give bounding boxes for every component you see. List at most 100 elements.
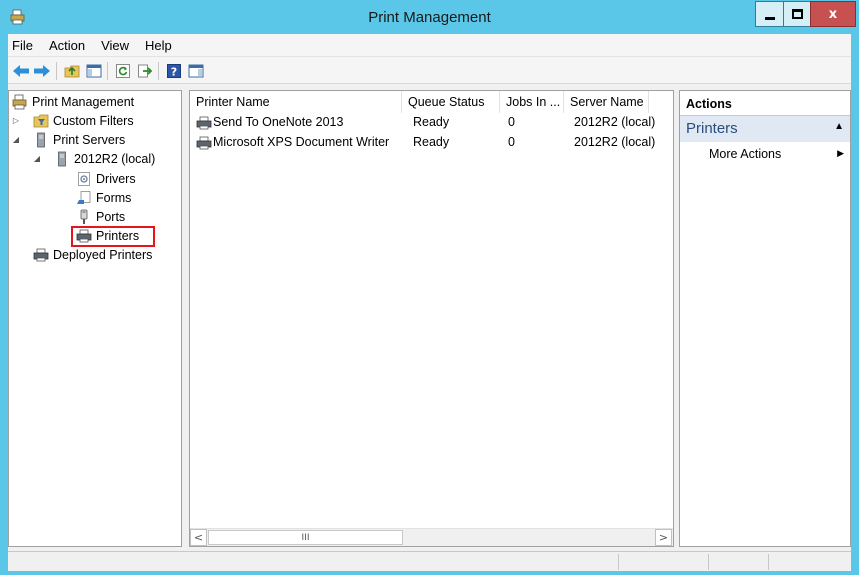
jobs-cell: 0 <box>508 135 515 149</box>
forward-button[interactable] <box>32 61 52 81</box>
tree-item-print-management[interactable]: Print Management <box>12 93 134 111</box>
close-button[interactable]: x <box>810 1 856 27</box>
actions-group-label: Printers <box>686 120 738 137</box>
console-tree-pane[interactable]: Print Management ▷ Custom Filters ◢ Prin… <box>8 90 182 547</box>
queue-status-cell: Ready <box>413 115 450 129</box>
toolbar-separator <box>107 62 108 80</box>
actions-group-printers[interactable]: Printers ▲ <box>680 116 850 142</box>
server-name-cell: 2012R2 (local) <box>574 135 656 149</box>
scroll-thumb[interactable]: III <box>208 530 403 545</box>
menu-help[interactable]: Help <box>137 38 180 53</box>
collapse-triangle-icon[interactable]: ▲ <box>834 121 844 132</box>
menu-action[interactable]: Action <box>41 38 93 53</box>
print-management-window: Print Management x File Action View Help <box>0 0 859 575</box>
svg-text:?: ? <box>171 66 177 79</box>
export-list-button[interactable] <box>135 61 155 81</box>
actions-title: Actions <box>686 97 732 111</box>
client-area: File Action View Help ? Print Management… <box>8 34 851 571</box>
submenu-arrow-icon: ▶ <box>837 148 844 158</box>
show-hide-action-pane-button[interactable] <box>186 61 206 81</box>
printer-row[interactable]: Microsoft XPS Document Writer Ready 0 20… <box>190 133 673 153</box>
filter-folder-icon <box>33 113 49 129</box>
jobs-cell: 0 <box>508 115 515 129</box>
tree-item-label: Forms <box>96 191 132 205</box>
scroll-right-button[interactable]: > <box>655 529 672 546</box>
forms-icon <box>76 190 92 206</box>
scroll-left-button[interactable]: < <box>190 529 207 546</box>
title-bar[interactable]: Print Management x <box>0 0 859 34</box>
printer-name-cell: Microsoft XPS Document Writer <box>213 135 390 149</box>
actions-pane: Actions Printers ▲ More Actions ▶ <box>679 90 851 547</box>
printer-icon <box>196 116 212 130</box>
back-arrow-icon <box>13 65 29 77</box>
toolbar: ? <box>8 56 851 84</box>
status-bar <box>8 551 851 571</box>
column-header-server-name[interactable]: Server Name <box>564 91 649 113</box>
column-header-jobs-in-queue[interactable]: Jobs In ... <box>500 91 564 113</box>
minimize-button[interactable] <box>755 1 784 27</box>
tree-item-label: Ports <box>96 210 126 224</box>
toolbar-separator <box>56 62 57 80</box>
printers-highlight-box <box>71 226 155 247</box>
up-folder-icon <box>64 65 80 78</box>
tree-item-label: 2012R2 (local) <box>74 152 156 166</box>
queue-status-cell: Ready <box>413 135 450 149</box>
more-actions-label: More Actions <box>709 147 782 161</box>
tree-item-custom-filters[interactable]: Custom Filters <box>33 112 134 130</box>
show-hide-tree-button[interactable] <box>84 61 104 81</box>
refresh-button[interactable] <box>113 61 133 81</box>
tree-item-forms[interactable]: Forms <box>76 189 131 207</box>
status-segment <box>708 554 768 570</box>
maximize-icon <box>791 9 803 19</box>
menu-view[interactable]: View <box>93 38 137 53</box>
window-title: Print Management <box>368 9 491 26</box>
printer-name-cell: Send To OneNote 2013 <box>213 115 344 129</box>
printer-icon <box>196 136 212 150</box>
column-header-queue-status[interactable]: Queue Status <box>402 91 500 113</box>
show-hide-tree-icon <box>86 64 102 78</box>
chevron-left-icon: < <box>193 531 204 544</box>
menu-file[interactable]: File <box>8 38 41 53</box>
chevron-right-icon: > <box>658 531 669 544</box>
maximize-button[interactable] <box>783 1 811 27</box>
printer-icon <box>33 247 49 263</box>
expand-arrow-icon[interactable]: ▷ <box>11 116 21 125</box>
forward-arrow-icon <box>34 65 50 77</box>
server-name-cell: 2012R2 (local) <box>574 115 656 129</box>
toolbar-separator <box>158 62 159 80</box>
server-icon <box>54 151 70 167</box>
tree-item-label: Print Servers <box>53 133 126 147</box>
tree-item-label: Deployed Printers <box>53 248 153 262</box>
grip-icon: III <box>301 532 310 543</box>
port-icon <box>76 209 92 225</box>
tree-item-label: Drivers <box>96 172 136 186</box>
printers-list-pane[interactable]: Printer Name Queue Status Jobs In ... Se… <box>189 90 674 547</box>
minimize-icon <box>764 16 775 20</box>
tree-item-server[interactable]: 2012R2 (local) <box>54 150 155 168</box>
printer-row[interactable]: Send To OneNote 2013 Ready 0 2012R2 (loc… <box>190 113 673 133</box>
help-button[interactable]: ? <box>164 61 184 81</box>
server-icon <box>33 132 49 148</box>
tree-item-drivers[interactable]: Drivers <box>76 170 136 188</box>
print-management-icon <box>12 94 28 110</box>
close-icon: x <box>828 6 838 22</box>
status-segment <box>618 554 708 570</box>
tree-item-ports[interactable]: Ports <box>76 208 125 226</box>
help-icon: ? <box>167 64 181 79</box>
tree-item-label: Print Management <box>32 95 135 109</box>
tree-item-deployed-printers[interactable]: Deployed Printers <box>33 246 152 264</box>
collapse-arrow-icon[interactable]: ◢ <box>11 135 21 144</box>
menu-bar: File Action View Help <box>8 34 851 56</box>
collapse-arrow-icon[interactable]: ◢ <box>32 154 42 163</box>
tree-item-print-servers[interactable]: Print Servers <box>33 131 125 149</box>
export-list-icon <box>138 64 153 78</box>
refresh-icon <box>116 64 130 78</box>
drivers-icon <box>76 171 92 187</box>
status-segment <box>768 554 851 570</box>
up-one-level-button[interactable] <box>62 61 82 81</box>
back-button[interactable] <box>11 61 31 81</box>
more-actions-item[interactable]: More Actions ▶ <box>680 144 850 164</box>
tree-item-label: Custom Filters <box>53 114 134 128</box>
horizontal-scrollbar[interactable]: < III > <box>190 528 673 546</box>
column-header-printer-name[interactable]: Printer Name <box>190 91 402 113</box>
